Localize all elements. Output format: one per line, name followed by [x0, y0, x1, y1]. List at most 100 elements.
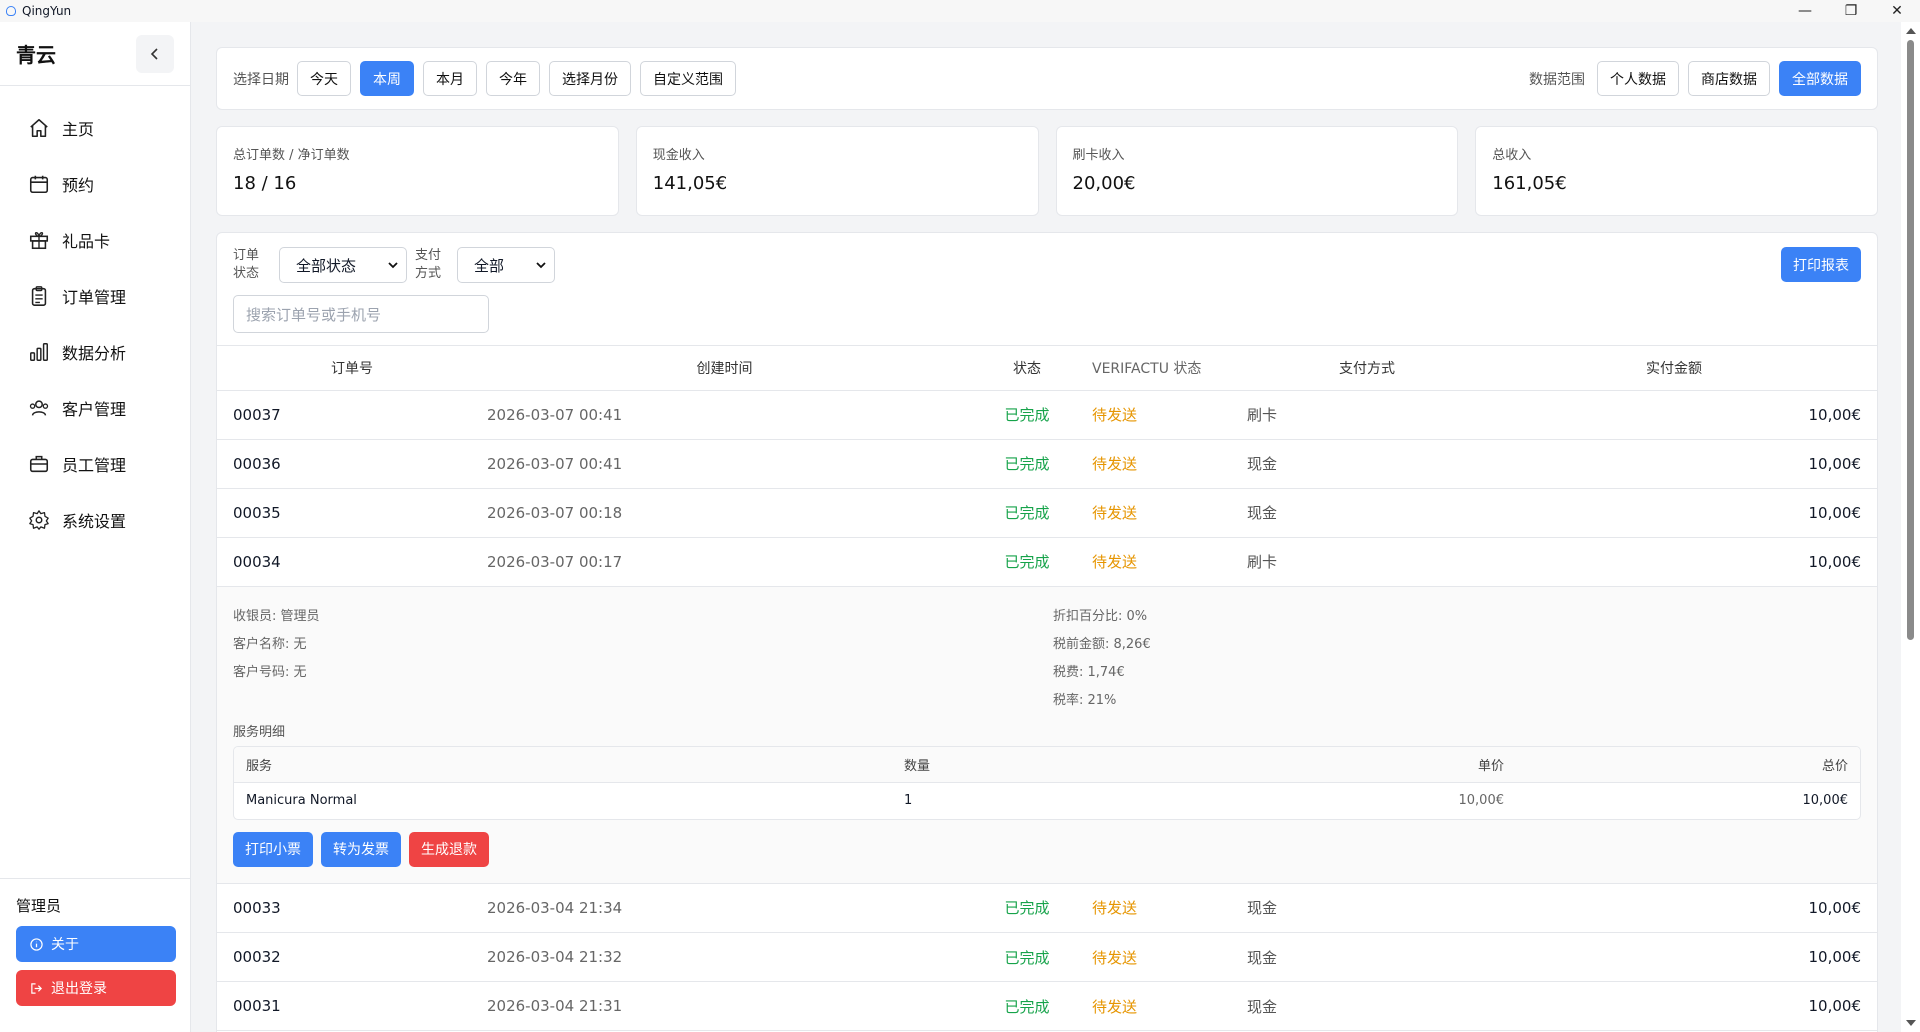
order-no: 00037: [217, 390, 487, 440]
stat-value: 18 / 16: [233, 173, 297, 194]
sidebar-item-home[interactable]: 主页: [0, 100, 190, 156]
scroll-down-arrow-icon[interactable]: [1906, 1020, 1916, 1026]
table-row[interactable]: 00033 2026-03-04 21:34 已完成 待发送 现金 10,00€: [217, 883, 1877, 933]
create-refund-button[interactable]: 生成退款: [409, 831, 489, 867]
main-content: 选择日期 今天 本周 本月 今年 选择月份 自定义范围 数据范围 个人数据 商店…: [191, 22, 1901, 1032]
stat-card-card: 刷卡收入 20,00€: [1055, 126, 1459, 216]
restore-button[interactable]: ❐: [1828, 0, 1874, 22]
order-time: 2026-03-07 00:41: [487, 439, 962, 489]
convert-invoice-button[interactable]: 转为发票: [321, 831, 401, 867]
order-detail-panel: 收银员: 管理员 客户名称: 无 客户号码: 无 折扣百分比: 0% 税前金额:…: [217, 586, 1877, 884]
order-detail-right: 折扣百分比: 0% 税前金额: 8,26€ 税费: 1,74€ 税率: 21%: [1053, 603, 1151, 715]
briefcase-icon: [29, 455, 49, 473]
search-input[interactable]: 搜索订单号或手机号: [233, 295, 489, 333]
pay-label-line1: 支付: [415, 248, 442, 263]
current-user: 管理员: [16, 897, 62, 915]
date-today-button[interactable]: 今天: [297, 61, 351, 96]
stat-card-orders: 总订单数 / 净订单数 18 / 16: [216, 126, 619, 216]
date-filter-label: 选择日期: [233, 71, 289, 88]
status-select[interactable]: 全部状态: [279, 247, 407, 283]
vertical-scrollbar[interactable]: [1901, 22, 1920, 1032]
detail-cashier: 收银员: 管理员: [233, 608, 320, 624]
sidebar-nav: 主页 预约 礼品卡 订单管理 数据分析 客户管理 员工管理 系统设置: [0, 86, 190, 548]
home-icon: [30, 118, 48, 138]
about-label: 关于: [51, 937, 79, 953]
sidebar-item-label: 预约: [62, 176, 95, 195]
date-month-button[interactable]: 本月: [423, 61, 477, 96]
detail-customer-name: 客户名称: 无: [233, 636, 307, 652]
col-header-order-no[interactable]: 订单号: [217, 346, 487, 391]
chevron-left-icon: [150, 47, 158, 60]
about-button[interactable]: 关于: [16, 926, 176, 962]
chevron-down-icon: [388, 262, 398, 269]
orders-table: 订单号 创建时间 状态 VERIFACTU 状态 支付方式 实付金额 00037…: [217, 346, 1877, 587]
detail-tax: 税费: 1,74€: [1053, 664, 1125, 680]
order-no: 00033: [217, 883, 487, 933]
sidebar-item-staff[interactable]: 员工管理: [0, 436, 190, 492]
print-report-button[interactable]: 打印报表: [1781, 247, 1861, 282]
date-year-button[interactable]: 今年: [486, 61, 540, 96]
scrollbar-thumb[interactable]: [1907, 40, 1914, 640]
order-verifactu: 待发送: [1092, 390, 1247, 440]
status-label-line2: 状态: [233, 266, 260, 281]
scope-all-button[interactable]: 全部数据: [1779, 61, 1861, 96]
table-header-row: 订单号 创建时间 状态 VERIFACTU 状态 支付方式 实付金额: [217, 346, 1877, 391]
order-amount: 10,00€: [1487, 488, 1877, 538]
col-header-created[interactable]: 创建时间: [487, 346, 962, 391]
order-verifactu: 待发送: [1092, 439, 1247, 489]
stat-card-total: 总收入 161,05€: [1475, 126, 1878, 216]
sidebar-item-settings[interactable]: 系统设置: [0, 492, 190, 548]
stat-value: 141,05€: [652, 173, 728, 194]
scroll-up-arrow-icon[interactable]: [1906, 28, 1916, 34]
sidebar-item-analytics[interactable]: 数据分析: [0, 324, 190, 380]
col-header-status[interactable]: 状态: [962, 346, 1092, 391]
brand-title: 青云: [16, 43, 56, 67]
col-header-payment[interactable]: 支付方式: [1247, 346, 1487, 391]
order-payment: 现金: [1247, 883, 1487, 933]
order-time: 2026-03-04 21:31: [487, 981, 962, 1031]
order-payment: 刷卡: [1247, 390, 1487, 440]
table-row[interactable]: 00035 2026-03-07 00:18 已完成 待发送 现金 10,00€: [217, 488, 1877, 538]
table-row[interactable]: 00031 2026-03-04 21:31 已完成 待发送 现金 10,00€: [217, 981, 1877, 1031]
payment-select[interactable]: 全部: [457, 247, 555, 283]
close-button[interactable]: ✕: [1874, 0, 1920, 22]
order-payment: 现金: [1247, 488, 1487, 538]
window-titlebar: QingYun — ❐ ✕: [0, 0, 1920, 22]
pay-label-line2: 方式: [415, 266, 442, 281]
date-pick-month-button[interactable]: 选择月份: [549, 61, 631, 96]
col-header-amount[interactable]: 实付金额: [1487, 346, 1877, 391]
table-row[interactable]: 00037 2026-03-07 00:41 已完成 待发送 刷卡 10,00€: [217, 390, 1877, 440]
collapse-sidebar-button[interactable]: [136, 34, 174, 73]
logout-button[interactable]: 退出登录: [16, 970, 176, 1006]
order-payment: 现金: [1247, 932, 1487, 982]
status-select-value: 全部状态: [296, 256, 357, 275]
window-controls: — ❐ ✕: [1782, 0, 1920, 22]
svc-header-unit: 单价: [1204, 746, 1504, 783]
orders-table-continued: 00033 2026-03-04 21:34 已完成 待发送 现金 10,00€…: [217, 883, 1877, 1031]
table-row[interactable]: 00032 2026-03-04 21:32 已完成 待发送 现金 10,00€: [217, 932, 1877, 982]
date-week-button[interactable]: 本周: [360, 61, 414, 96]
sidebar-item-appointments[interactable]: 预约: [0, 156, 190, 212]
table-row-expanded[interactable]: 00034 2026-03-07 00:17 已完成 待发送 刷卡 10,00€: [217, 537, 1877, 587]
date-custom-range-button[interactable]: 自定义范围: [640, 61, 736, 96]
order-no: 00031: [217, 981, 487, 1031]
scope-personal-button[interactable]: 个人数据: [1597, 61, 1679, 96]
status-label-line1: 订单: [233, 248, 260, 263]
detail-customer-no: 客户号码: 无: [233, 664, 307, 680]
minimize-button[interactable]: —: [1782, 0, 1828, 22]
detail-tax-rate: 税率: 21%: [1053, 692, 1117, 708]
sidebar-item-orders[interactable]: 订单管理: [0, 268, 190, 324]
print-receipt-button[interactable]: 打印小票: [233, 831, 313, 867]
sidebar-item-label: 数据分析: [62, 344, 127, 363]
order-amount: 10,00€: [1487, 981, 1877, 1031]
stat-label: 总订单数 / 净订单数: [233, 148, 350, 163]
table-row[interactable]: 00036 2026-03-07 00:41 已完成 待发送 现金 10,00€: [217, 439, 1877, 489]
col-header-verifactu[interactable]: VERIFACTU 状态: [1092, 346, 1247, 391]
order-no: 00035: [217, 488, 487, 538]
order-status: 已完成: [962, 932, 1092, 982]
scope-store-button[interactable]: 商店数据: [1688, 61, 1770, 96]
stat-value: 161,05€: [1492, 173, 1567, 194]
sidebar-item-label: 客户管理: [62, 400, 127, 419]
sidebar-item-customers[interactable]: 客户管理: [0, 380, 190, 436]
sidebar-item-giftcards[interactable]: 礼品卡: [0, 212, 190, 268]
